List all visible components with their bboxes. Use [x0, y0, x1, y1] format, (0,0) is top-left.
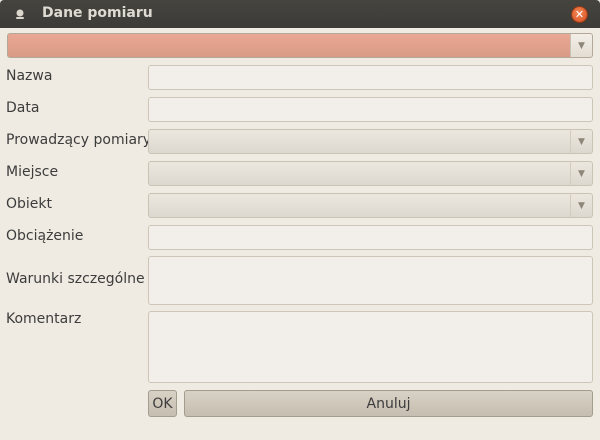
record-selector-combo[interactable]: ▼ — [7, 33, 593, 58]
object-combo[interactable]: ▼ — [148, 193, 593, 218]
name-input[interactable] — [148, 65, 593, 90]
dialog-window: Dane pomiaru ✕ ▼ Nazwa Data Prowadzący p… — [0, 0, 600, 440]
load-input[interactable] — [148, 225, 593, 250]
conditions-textarea[interactable] — [148, 256, 593, 305]
object-dropdown-button[interactable]: ▼ — [570, 194, 592, 217]
ok-button[interactable]: OK — [148, 390, 177, 417]
date-label: Data — [6, 100, 40, 116]
place-dropdown-button[interactable]: ▼ — [570, 162, 592, 185]
conditions-label: Warunki szczególne — [6, 271, 145, 287]
date-input[interactable] — [148, 97, 593, 122]
title-bar[interactable]: Dane pomiaru ✕ — [0, 0, 600, 28]
dropdown-arrow-icon: ▼ — [578, 136, 585, 147]
comment-textarea[interactable] — [148, 311, 593, 383]
close-button[interactable]: ✕ — [571, 6, 588, 23]
cancel-button[interactable]: Anuluj — [184, 390, 593, 417]
dropdown-arrow-icon: ▼ — [578, 40, 585, 51]
operator-combo[interactable]: ▼ — [148, 129, 593, 154]
close-icon: ✕ — [574, 8, 585, 21]
record-selector-dropdown-button[interactable]: ▼ — [570, 34, 592, 57]
comment-label: Komentarz — [6, 311, 82, 327]
dropdown-arrow-icon: ▼ — [578, 200, 585, 211]
operator-dropdown-button[interactable]: ▼ — [570, 130, 592, 153]
window-title: Dane pomiaru — [42, 5, 153, 21]
operator-label: Prowadzący pomiary — [6, 132, 152, 148]
name-label: Nazwa — [6, 68, 53, 84]
object-label: Obiekt — [6, 196, 53, 212]
place-label: Miejsce — [6, 164, 59, 180]
window-menu-icon[interactable] — [13, 7, 27, 21]
load-label: Obciążenie — [6, 228, 84, 244]
dropdown-arrow-icon: ▼ — [578, 168, 585, 179]
place-combo[interactable]: ▼ — [148, 161, 593, 186]
